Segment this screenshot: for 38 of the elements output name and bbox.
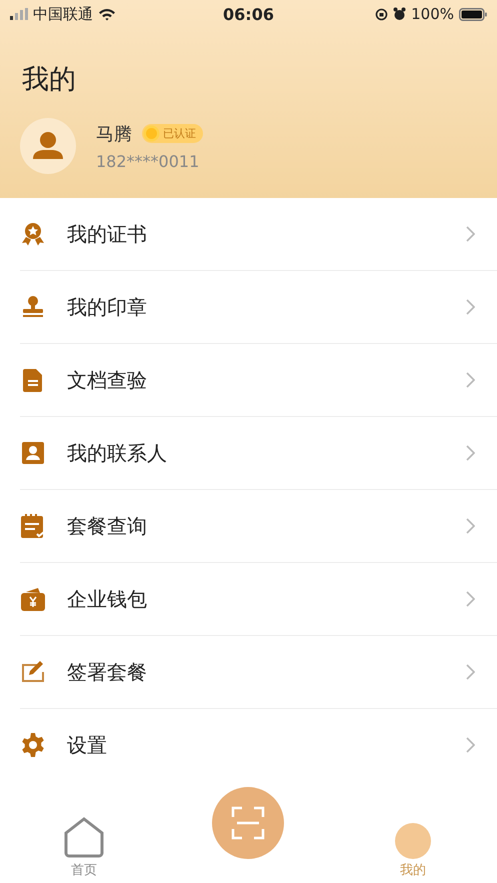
carrier-name: 中国联通 [33,4,93,24]
chevron-icon [466,226,475,242]
menu-item[interactable]: 我的证书 [20,198,497,271]
phone-number: 182****0011 [96,152,200,170]
menu-item[interactable]: 企业钱包 [20,563,497,636]
menu-item[interactable]: 套餐查询 [20,490,497,563]
menu-item[interactable]: 我的联系人 [20,417,497,490]
battery-icon [459,8,487,20]
home-icon [63,817,106,859]
menu-item[interactable]: 设置 [20,709,497,781]
chevron-icon [466,299,475,315]
wifi-icon [98,8,116,20]
chevron-icon [466,591,475,607]
menu-item[interactable]: 文档查验 [20,344,497,417]
contact-card-icon [20,440,46,466]
signal-icon [10,8,28,20]
chevron-icon [466,664,475,680]
medal-icon [20,221,46,247]
menu-item[interactable]: 我的印章 [20,271,497,344]
stamp-icon [20,294,46,320]
chevron-icon [466,737,475,753]
clock-time: 06:06 [223,4,274,24]
page-title: 我的 [22,63,77,97]
rotation-lock-icon [375,8,388,20]
chevron-icon [466,372,475,388]
chevron-icon [466,445,475,461]
chevron-icon [466,518,475,534]
pen-paper-icon [20,659,46,685]
profile-circle-icon [394,823,431,859]
settings-icon [20,732,46,758]
battery-percent: 100% [411,5,454,23]
wallet-icon [20,586,46,612]
avatar-icon[interactable] [20,118,76,174]
scan-icon [231,806,266,840]
verified-badge: 已认证 [142,124,203,143]
user-name: 马腾 [96,122,132,146]
menu-item[interactable]: 签署套餐 [20,636,497,709]
notepad-icon [20,513,46,539]
